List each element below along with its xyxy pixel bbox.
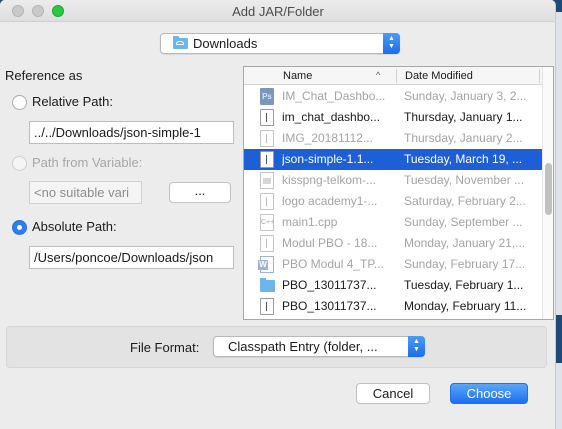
reference-as-heading: Reference as — [5, 68, 83, 83]
file-date-modified: Sunday, February 17... — [404, 257, 526, 271]
file-name: Modul PBO - 18... — [282, 236, 378, 250]
file-name: kisspng-telkom-... — [282, 173, 377, 187]
file-date-modified: Tuesday, March 19, ... — [404, 152, 523, 166]
absolute-path-field[interactable]: /Users/poncoe/Downloads/json — [29, 246, 234, 269]
choose-button[interactable]: Choose — [450, 383, 528, 404]
document-icon — [260, 193, 274, 210]
relative-path-radio[interactable] — [12, 95, 27, 110]
file-row[interactable]: im_chat_dashbo... Thursday, January 1... — [244, 107, 542, 128]
cpp-file-icon: C++ — [260, 214, 274, 231]
file-row[interactable]: PBO_13011737... Monday, February 11... — [244, 296, 542, 317]
file-chooser-list[interactable]: Name ^ Date Modified Ps IM_Chat_Dashbo...… — [243, 66, 554, 320]
location-popup[interactable]: Downloads ▲ ▼ — [160, 33, 400, 54]
file-name: PBO_13011737... — [282, 299, 377, 313]
column-name-header[interactable]: Name — [283, 70, 312, 82]
file-row[interactable]: PBO_13011737... Tuesday, February 1... — [244, 275, 542, 296]
word-document-icon — [258, 256, 274, 273]
document-icon — [260, 130, 274, 147]
file-format-selected: Classpath Entry (folder, ... — [228, 339, 378, 354]
window-title: Add JAR/Folder — [232, 4, 324, 19]
path-from-variable-label: Path from Variable: — [32, 155, 143, 170]
file-date-modified: Saturday, February 2... — [404, 194, 526, 208]
file-date-modified: Sunday, September ... — [404, 215, 523, 229]
scrollbar-thumb[interactable] — [545, 163, 552, 215]
relative-path-field[interactable]: ../../Downloads/json-simple-1 — [29, 121, 234, 144]
file-row[interactable]: kisspng-telkom-... Tuesday, November ... — [244, 170, 542, 191]
file-format-popup[interactable]: Classpath Entry (folder, ... ▲ ▼ — [213, 336, 425, 357]
absolute-path-radio[interactable] — [12, 220, 27, 235]
title-bar: Add JAR/Folder — [0, 0, 555, 22]
file-name: logo academy1-... — [282, 194, 378, 208]
downloads-folder-icon — [173, 36, 188, 49]
chevron-up-down-icon: ▲ ▼ — [383, 33, 400, 54]
sort-ascending-icon: ^ — [376, 70, 381, 80]
file-name: IMG_20181112... — [282, 131, 373, 145]
document-icon — [260, 109, 274, 126]
variable-select-field[interactable]: <no suitable vari — [29, 181, 142, 204]
file-name: PBO_13011737... — [282, 278, 377, 292]
file-row[interactable]: PBO_13011737...Monday, February 11... — [244, 317, 542, 319]
absolute-path-label: Absolute Path: — [32, 219, 117, 234]
file-row[interactable]: C++ main1.cpp Sunday, September ... — [244, 212, 542, 233]
relative-path-label: Relative Path: — [32, 94, 113, 109]
file-name: json-simple-1.1... — [282, 152, 374, 166]
location-popup-label: Downloads — [193, 36, 258, 51]
vertical-scrollbar[interactable] — [542, 67, 553, 319]
file-name: PBO Modul 4_TP... — [282, 257, 384, 271]
column-divider[interactable] — [539, 69, 540, 83]
image-file-icon — [260, 172, 274, 189]
browse-variable-button[interactable]: ... — [169, 182, 231, 203]
document-icon — [260, 235, 274, 252]
file-name: main1.cpp — [282, 215, 338, 229]
file-name: IM_Chat_Dashbo... — [282, 89, 386, 103]
file-date-modified: Monday, February 11... — [404, 299, 527, 313]
file-row[interactable]: logo academy1-... Saturday, February 2... — [244, 191, 542, 212]
file-row[interactable]: PBO Modul 4_TP... Sunday, February 17... — [244, 254, 542, 275]
file-date-modified: Tuesday, November ... — [404, 173, 525, 187]
file-name: im_chat_dashbo... — [282, 110, 381, 124]
file-row[interactable]: Modul PBO - 18... Monday, January 21,... — [244, 233, 542, 254]
file-list-header: Name ^ Date Modified — [244, 67, 542, 85]
file-date-modified: Tuesday, February 1... — [404, 278, 524, 292]
photoshop-file-icon: Ps — [260, 88, 274, 105]
column-divider[interactable] — [396, 69, 397, 83]
file-rows: Ps IM_Chat_Dashbo... Sunday, January 3, 2.… — [244, 86, 542, 319]
file-row[interactable]: IMG_20181112... Thursday, January 2... — [244, 128, 542, 149]
chevron-up-down-icon: ▲ ▼ — [408, 336, 425, 357]
file-row[interactable]: Ps IM_Chat_Dashbo... Sunday, January 3, 2.… — [244, 86, 542, 107]
document-icon — [260, 298, 274, 315]
add-jar-folder-dialog: Add JAR/Folder Downloads ▲ ▼ Reference as… — [0, 0, 556, 429]
file-format-label: File Format: — [130, 340, 200, 355]
column-date-modified-header[interactable]: Date Modified — [405, 70, 473, 82]
file-date-modified: Monday, January 21,... — [404, 236, 526, 250]
jar-file-icon — [260, 151, 274, 168]
file-date-modified: Thursday, January 1... — [404, 110, 523, 124]
file-row[interactable]: json-simple-1.1... Tuesday, March 19, ... — [244, 149, 542, 170]
cancel-button[interactable]: Cancel — [356, 383, 430, 404]
folder-icon — [260, 278, 275, 292]
path-from-variable-radio[interactable] — [12, 156, 27, 171]
file-date-modified: Thursday, January 2... — [404, 131, 523, 145]
file-date-modified: Sunday, January 3, 2... — [404, 89, 527, 103]
